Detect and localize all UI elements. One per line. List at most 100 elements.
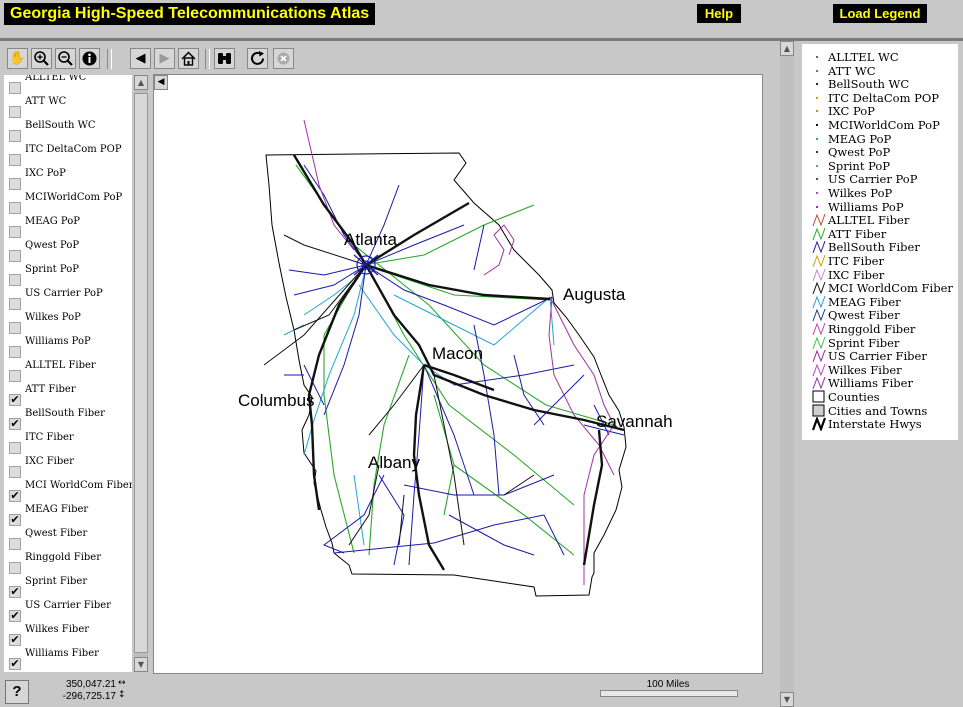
layer-item[interactable]: US Carrier PoP <box>4 287 132 311</box>
pan-tool[interactable]: ✋ <box>7 48 28 69</box>
stop-button[interactable] <box>273 48 294 69</box>
collapse-panel-button[interactable]: ◀ <box>154 75 168 90</box>
identify-tool[interactable] <box>79 48 100 69</box>
layer-checkbox[interactable] <box>9 298 21 310</box>
legend-item: ATT Fiber <box>804 227 958 241</box>
help-button[interactable]: Help <box>697 4 741 23</box>
point-symbol-icon <box>816 205 818 208</box>
legend-item: Counties <box>804 390 958 404</box>
line-symbol-icon <box>812 281 826 295</box>
layer-item[interactable]: Qwest PoP <box>4 239 132 263</box>
layer-label: Wilkes Fiber <box>25 624 90 635</box>
layer-checkbox[interactable]: ✔ <box>9 394 21 406</box>
city-label: Atlanta <box>344 230 397 249</box>
layer-item[interactable]: BellSouth Fiber ✔ <box>4 407 132 431</box>
layer-checkbox[interactable] <box>9 202 21 214</box>
legend-label: Wilkes Fiber <box>828 362 902 377</box>
arrow-down-icon: ▼ <box>137 660 145 669</box>
home-button[interactable] <box>178 48 199 69</box>
page-scrollbar[interactable]: ▲ ▼ <box>780 41 794 707</box>
scale-bar <box>600 690 738 697</box>
legend-label: BellSouth WC <box>828 77 910 92</box>
refresh-button[interactable] <box>247 48 268 69</box>
layer-checkbox[interactable]: ✔ <box>9 490 21 502</box>
layer-item[interactable]: ALLTEL WC <box>4 75 132 95</box>
layer-checkbox[interactable] <box>9 370 21 382</box>
scroll-down-button[interactable]: ▼ <box>780 692 794 707</box>
layer-list-scrollbar[interactable]: ▲ ▼ <box>134 75 148 672</box>
point-symbol-icon <box>816 137 818 140</box>
layer-item[interactable]: ATT WC <box>4 95 132 119</box>
scroll-up-button[interactable]: ▲ <box>780 41 794 56</box>
layer-checkbox[interactable] <box>9 106 21 118</box>
scroll-thumb[interactable] <box>134 93 148 653</box>
layer-item[interactable]: IXC Fiber <box>4 455 132 479</box>
point-symbol-icon <box>816 124 818 126</box>
layer-item[interactable]: Williams Fiber ✔ <box>4 647 132 671</box>
scroll-down-button[interactable]: ▼ <box>134 657 148 672</box>
layer-item[interactable]: MEAG PoP <box>4 215 132 239</box>
layer-checkbox[interactable] <box>9 130 21 142</box>
layer-item[interactable]: ITC Fiber <box>4 431 132 455</box>
layer-checkbox[interactable] <box>9 178 21 190</box>
layer-item[interactable]: Ringgold Fiber <box>4 551 132 575</box>
layer-label: Williams PoP <box>25 336 91 347</box>
load-legend-button[interactable]: Load Legend <box>833 4 927 23</box>
layer-checkbox[interactable]: ✔ <box>9 634 21 646</box>
layer-checkbox[interactable] <box>9 250 21 262</box>
layer-item[interactable]: MCI WorldCom Fiber ✔ <box>4 479 132 503</box>
zoom-in-tool[interactable] <box>31 48 52 69</box>
layer-checkbox[interactable] <box>9 538 21 550</box>
legend-item: ATT WC <box>804 64 958 78</box>
info-icon <box>82 51 97 66</box>
layer-item[interactable]: US Carrier Fiber ✔ <box>4 599 132 623</box>
layer-item[interactable]: MEAG Fiber ✔ <box>4 503 132 527</box>
layer-item[interactable]: Wilkes Fiber ✔ <box>4 623 132 647</box>
legend-item: Ringgold Fiber <box>804 322 958 336</box>
layer-checkbox[interactable]: ✔ <box>9 418 21 430</box>
map-help-button[interactable]: ? <box>5 680 29 704</box>
layer-item[interactable]: Sprint Fiber ✔ <box>4 575 132 599</box>
layer-item[interactable]: ATT Fiber ✔ <box>4 383 132 407</box>
layer-label: BellSouth WC <box>25 120 96 131</box>
layer-checkbox[interactable]: ✔ <box>9 610 21 622</box>
layer-label: MEAG PoP <box>25 216 80 227</box>
layer-item[interactable]: Williams PoP <box>4 335 132 359</box>
legend-item: US Carrier Fiber <box>804 349 958 363</box>
legend-item: BellSouth WC <box>804 77 958 91</box>
layer-checkbox[interactable]: ✔ <box>9 514 21 526</box>
layer-checkbox[interactable] <box>9 442 21 454</box>
map-view[interactable]: ◀ Atlanta Augusta Macon Columbus Savanna… <box>153 74 763 674</box>
layer-checkbox[interactable] <box>9 466 21 478</box>
layer-item[interactable]: BellSouth WC <box>4 119 132 143</box>
layer-checkbox[interactable] <box>9 226 21 238</box>
forward-button[interactable]: ▶ <box>154 48 175 69</box>
layer-checkbox[interactable] <box>9 346 21 358</box>
legend-item: Cities and Towns <box>804 404 958 418</box>
layer-checkbox[interactable]: ✔ <box>9 586 21 598</box>
status-bar: ? 350,047.21 -296,725.17 ↔ ↕ 100 Miles <box>0 674 795 707</box>
legend-label: BellSouth Fiber <box>828 240 920 255</box>
layer-item[interactable]: Wilkes PoP <box>4 311 132 335</box>
layer-item[interactable]: IXC PoP <box>4 167 132 191</box>
scroll-up-button[interactable]: ▲ <box>134 75 148 90</box>
arrow-up-icon: ▲ <box>137 78 145 87</box>
layer-item[interactable]: Qwest Fiber <box>4 527 132 551</box>
layer-checkbox[interactable] <box>9 154 21 166</box>
find-button[interactable] <box>214 48 235 69</box>
layer-label: Ringgold Fiber <box>25 552 102 563</box>
toolbar-separator <box>107 49 112 69</box>
legend-item: Wilkes PoP <box>804 186 958 200</box>
layer-checkbox[interactable] <box>9 82 21 94</box>
layer-checkbox[interactable] <box>9 562 21 574</box>
layer-checkbox[interactable] <box>9 274 21 286</box>
back-button[interactable]: ◀ <box>130 48 151 69</box>
layer-item[interactable]: ITC DeltaCom POP <box>4 143 132 167</box>
legend-label: US Carrier PoP <box>828 172 918 187</box>
zoom-out-tool[interactable] <box>55 48 76 69</box>
layer-checkbox[interactable]: ✔ <box>9 658 21 670</box>
layer-item[interactable]: ALLTEL Fiber <box>4 359 132 383</box>
layer-item[interactable]: MCIWorldCom PoP <box>4 191 132 215</box>
layer-checkbox[interactable] <box>9 322 21 334</box>
layer-item[interactable]: Sprint PoP <box>4 263 132 287</box>
